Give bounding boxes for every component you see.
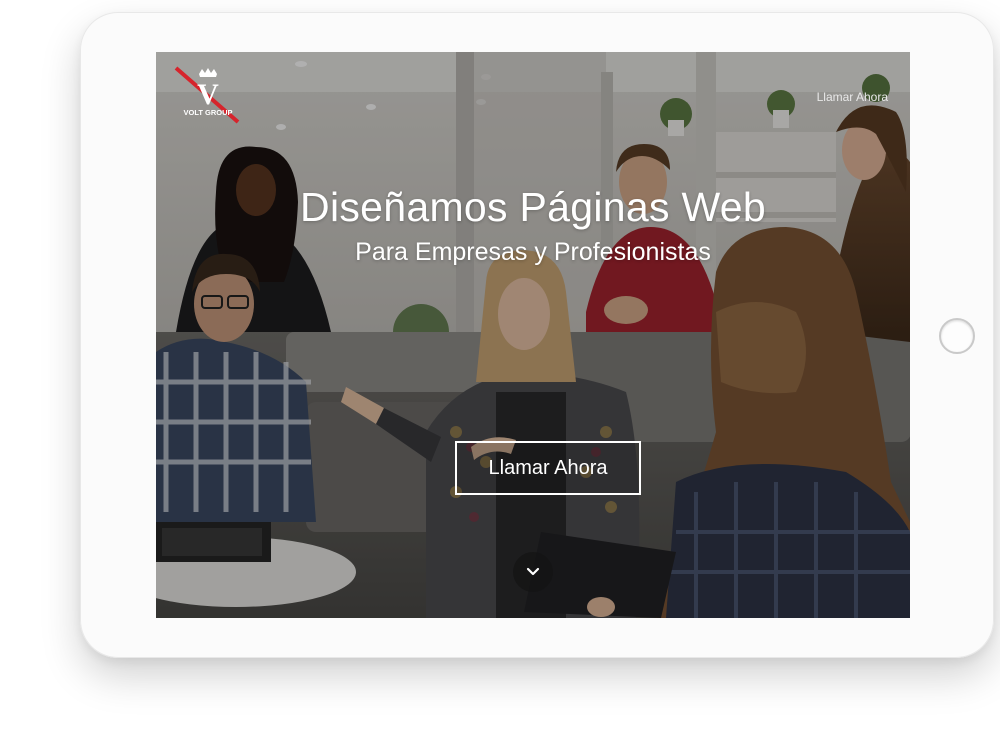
call-now-button[interactable]: Llamar Ahora bbox=[455, 441, 641, 495]
crown-icon bbox=[199, 68, 217, 77]
brand-logo[interactable]: V VOLT GROUP bbox=[172, 66, 244, 130]
call-now-button-label: Llamar Ahora bbox=[488, 456, 608, 479]
scroll-down-button[interactable] bbox=[513, 552, 553, 592]
hero-dark-overlay bbox=[156, 52, 910, 618]
logo-text: VOLT GROUP bbox=[183, 108, 232, 117]
nav-call-link[interactable]: Llamar Ahora bbox=[817, 90, 888, 104]
tablet-home-button bbox=[939, 318, 975, 354]
logo-mark: V bbox=[197, 78, 219, 111]
chevron-down-icon bbox=[526, 567, 540, 576]
hero-subtitle: Para Empresas y Profesionistas bbox=[355, 238, 711, 266]
hero-title: Diseñamos Páginas Web bbox=[300, 184, 766, 230]
screen: V VOLT GROUP Llamar Ahora Diseñamos Pági… bbox=[156, 52, 910, 618]
